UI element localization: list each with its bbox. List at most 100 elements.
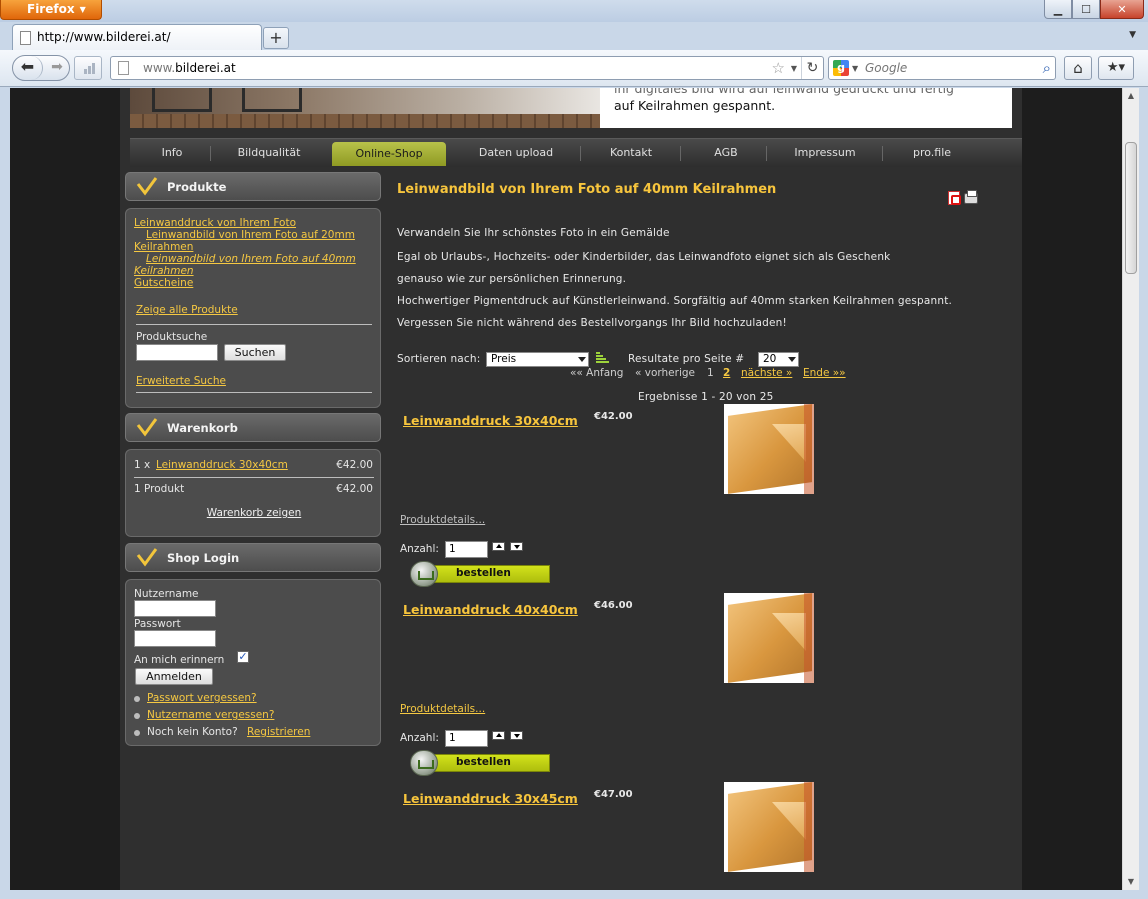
url-bar[interactable]: www.bilderei.at ☆ ▼ ↻ — [110, 56, 824, 80]
sort-select[interactable]: Preis — [486, 352, 589, 367]
google-engine-icon[interactable]: g — [833, 60, 849, 76]
pager-next[interactable]: nächste » — [741, 367, 792, 379]
product-title-link[interactable]: Leinwanddruck 30x40cm — [403, 413, 578, 428]
order-button[interactable]: bestellen — [410, 561, 550, 587]
nav-daten-upload[interactable]: Daten upload — [466, 141, 566, 165]
feed-icon[interactable] — [74, 56, 102, 80]
nav-agb[interactable]: AGB — [696, 141, 756, 165]
product-link-40mm[interactable]: Leinwandbild von Ihrem Foto auf 40mm — [146, 253, 356, 265]
product-link-20mm[interactable]: Leinwandbild von Ihrem Foto auf 20mm — [146, 229, 355, 241]
product-image[interactable] — [724, 782, 814, 872]
pager-last[interactable]: Ende »» — [803, 367, 846, 379]
pager-page-1: 1 — [707, 367, 714, 379]
quantity-input[interactable]: 1 — [445, 541, 488, 558]
product-search-input[interactable] — [136, 344, 218, 361]
back-button[interactable]: ⬅ — [13, 56, 43, 80]
quantity-up-icon[interactable] — [492, 542, 505, 551]
bullet-icon — [134, 730, 140, 736]
search-engine-dropdown-icon[interactable]: ▼ — [852, 64, 858, 73]
product-link-leinwanddruck[interactable]: Leinwanddruck von Ihrem Foto — [134, 217, 296, 229]
product-image[interactable] — [724, 593, 814, 683]
nav-online-shop[interactable]: Online-Shop — [332, 142, 446, 166]
url-history-dropdown-icon[interactable]: ▼ — [791, 64, 797, 73]
scroll-up-icon[interactable]: ▲ — [1123, 88, 1139, 104]
product-image[interactable] — [724, 404, 814, 494]
product-link-20mm-cont[interactable]: Keilrahmen — [134, 241, 193, 253]
product-link-40mm-cont[interactable]: Keilrahmen — [134, 265, 194, 277]
per-page-select[interactable]: 20 — [758, 352, 799, 367]
product-details-link[interactable]: Produktdetails... — [400, 703, 485, 715]
site-identity-icon[interactable] — [118, 61, 129, 75]
nav-impressum[interactable]: Impressum — [778, 141, 872, 165]
cart-item-link[interactable]: Leinwanddruck 30x40cm — [156, 459, 288, 471]
dropdown-arrow-icon: ▼ — [79, 5, 86, 14]
maximize-button[interactable]: ☐ — [1072, 0, 1100, 19]
quantity-down-icon[interactable] — [510, 731, 523, 740]
bookmark-star-icon[interactable]: ☆ — [772, 59, 785, 77]
url-text[interactable]: www.bilderei.at — [143, 61, 236, 75]
register-link[interactable]: Registrieren — [247, 726, 310, 738]
scroll-thumb[interactable] — [1125, 142, 1137, 274]
pager-page-2[interactable]: 2 — [723, 367, 730, 379]
login-button[interactable]: Anmelden — [135, 668, 213, 685]
window-frame-bottom — [0, 890, 1148, 899]
login-box-header: Shop Login — [125, 543, 381, 572]
quantity-label: Anzahl: — [400, 732, 439, 744]
minimize-button[interactable]: ▁ — [1044, 0, 1072, 19]
forgot-username-link[interactable]: Nutzername vergessen? — [147, 709, 274, 721]
tab-list-icon[interactable]: ▼ — [1129, 30, 1136, 40]
check-icon — [136, 548, 158, 567]
nav-profile[interactable]: pro.file — [892, 141, 972, 165]
product-price: €46.00 — [594, 600, 633, 611]
product-link-gutscheine[interactable]: Gutscheine — [134, 277, 193, 289]
divider — [136, 392, 372, 393]
advanced-search-link[interactable]: Erweiterte Suche — [136, 375, 226, 387]
order-button[interactable]: bestellen — [410, 750, 550, 776]
search-input[interactable] — [865, 60, 1015, 76]
reload-icon[interactable]: ↻ — [801, 57, 823, 79]
nav-info[interactable]: Info — [144, 141, 200, 165]
print-icon[interactable] — [964, 190, 978, 204]
vertical-scrollbar[interactable]: ▲ ▼ — [1122, 88, 1139, 890]
show-all-products-link[interactable]: Zeige alle Produkte — [136, 304, 238, 316]
pdf-icon[interactable] — [948, 191, 961, 205]
banner-photo — [130, 88, 600, 128]
close-window-button[interactable]: ✕ — [1100, 0, 1144, 19]
forgot-password-link[interactable]: Passwort vergessen? — [147, 692, 257, 704]
remember-me-checkbox[interactable]: ✓ — [237, 651, 249, 663]
search-bar[interactable]: g ▼ ⌕ — [828, 56, 1056, 80]
sort-direction-icon[interactable] — [596, 352, 609, 364]
nav-bildqualitaet[interactable]: Bildqualität — [224, 141, 314, 165]
page-icon — [20, 31, 31, 45]
show-cart-link[interactable]: Warenkorb zeigen — [207, 507, 301, 519]
bullet-icon — [134, 713, 140, 719]
home-button[interactable]: ⌂ — [1064, 56, 1092, 80]
quantity-down-icon[interactable] — [510, 542, 523, 551]
per-page-label: Resultate pro Seite # — [628, 353, 745, 365]
firefox-menu-button[interactable]: Firefox ▼ — [0, 0, 102, 20]
username-input[interactable] — [134, 600, 216, 617]
browser-tab[interactable]: http://www.bilderei.at/ — [12, 24, 262, 50]
results-count: Ergebnisse 1 - 20 von 25 — [638, 391, 774, 403]
search-icon[interactable]: ⌕ — [1043, 59, 1051, 77]
product-title-link[interactable]: Leinwanddruck 30x45cm — [403, 791, 578, 806]
new-tab-button[interactable]: + — [263, 27, 289, 49]
quantity-up-icon[interactable] — [492, 731, 505, 740]
search-button[interactable]: Suchen — [224, 344, 286, 361]
quantity-input[interactable]: 1 — [445, 730, 488, 747]
products-box-header: Produkte — [125, 172, 381, 201]
scroll-down-icon[interactable]: ▼ — [1123, 874, 1139, 890]
product-details-link[interactable]: Produktdetails... — [400, 514, 485, 526]
product-title-link[interactable]: Leinwanddruck 40x40cm — [403, 602, 578, 617]
password-label: Passwort — [134, 618, 181, 630]
divider — [136, 324, 372, 325]
nav-kontakt[interactable]: Kontakt — [594, 141, 668, 165]
description-line: genauso wie zur persönlichen Erinnerung. — [397, 273, 627, 285]
divider — [134, 477, 374, 478]
bookmarks-button[interactable]: ★▾ — [1098, 56, 1134, 80]
no-account-text: Noch kein Konto? — [147, 726, 238, 738]
main-content: Leinwandbild von Ihrem Foto auf 40mm Kei… — [386, 170, 1016, 890]
password-input[interactable] — [134, 630, 216, 647]
forward-button[interactable]: ➡ — [45, 56, 69, 80]
products-box: Leinwanddruck von Ihrem Foto Leinwandbil… — [125, 208, 381, 408]
